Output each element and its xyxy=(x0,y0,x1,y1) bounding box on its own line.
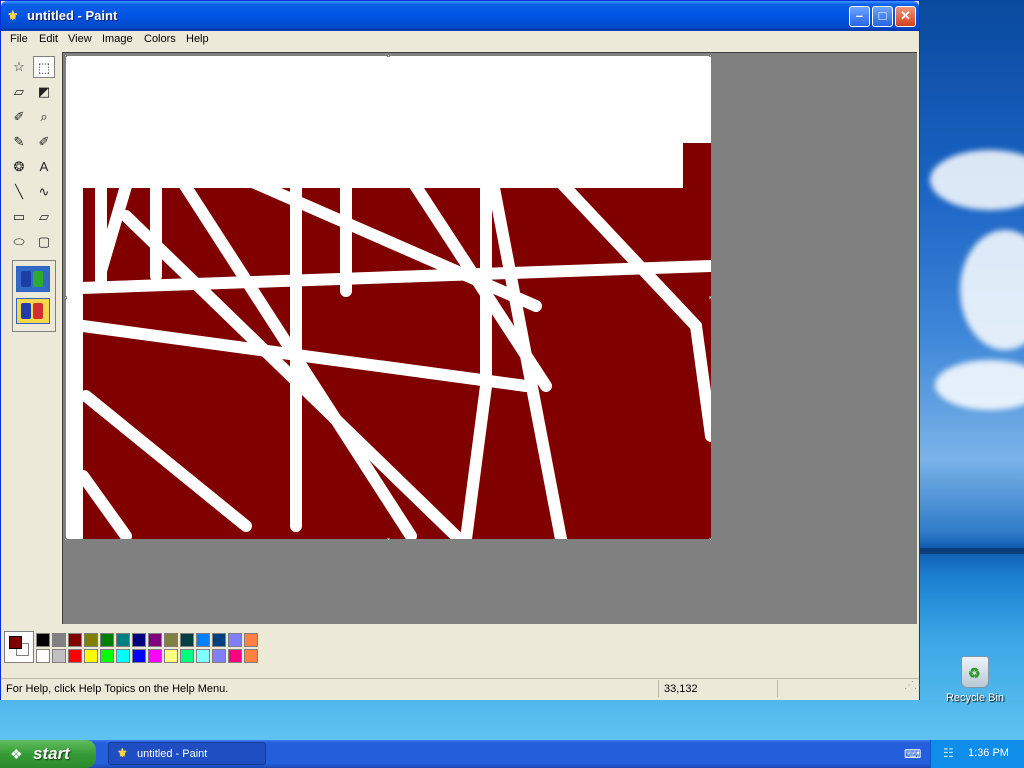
color-swatch[interactable] xyxy=(244,649,258,663)
system-tray: ☷ 1:36 PM xyxy=(930,740,1024,768)
tool-options xyxy=(12,260,56,332)
color-box xyxy=(4,631,264,667)
fill-tool[interactable]: ◩ xyxy=(33,81,55,103)
color-swatch[interactable] xyxy=(52,649,66,663)
curve-tool[interactable]: ∿ xyxy=(33,181,55,203)
color-swatch[interactable] xyxy=(36,649,50,663)
color-swatch[interactable] xyxy=(148,649,162,663)
menu-bar: File Edit View Image Colors Help xyxy=(1,31,919,50)
color-swatch[interactable] xyxy=(244,633,258,647)
windows-logo-icon: ❖ xyxy=(10,746,23,762)
color-swatch[interactable] xyxy=(196,633,210,647)
pick-color-tool[interactable]: ✐ xyxy=(8,106,30,128)
line-tool[interactable]: ╲ xyxy=(8,181,30,203)
paint-app-icon: ⚜ xyxy=(117,746,128,760)
resize-grip-icon[interactable]: ⋰⋰ xyxy=(904,681,924,695)
color-swatch[interactable] xyxy=(196,649,210,663)
opaque-option[interactable] xyxy=(16,266,50,292)
drawing-canvas[interactable] xyxy=(66,56,711,539)
tool-box: ☆ ⬚ ▱ ◩ ✐ ⌕ ✎ ✐ ❂ A ╲ ∿ ▭ ▱ ⬭ ▢ xyxy=(4,52,60,624)
horizon xyxy=(920,548,1024,554)
color-swatch[interactable] xyxy=(36,633,50,647)
maximize-button[interactable]: □ xyxy=(872,6,893,27)
minimize-button[interactable]: – xyxy=(849,6,870,27)
title-bar[interactable]: ⚜ untitled - Paint – □ ✕ xyxy=(1,1,919,31)
cloud xyxy=(935,360,1024,410)
recycle-bin[interactable]: ♻ Recycle Bin xyxy=(942,656,1008,704)
menu-image[interactable]: Image xyxy=(102,33,133,45)
menu-help[interactable]: Help xyxy=(186,33,209,45)
airbrush-tool[interactable]: ❂ xyxy=(8,156,30,178)
resize-handle[interactable] xyxy=(64,54,67,57)
window-title: untitled - Paint xyxy=(27,8,118,23)
color-swatch[interactable] xyxy=(100,649,114,663)
color-swatch[interactable] xyxy=(180,633,194,647)
status-divider xyxy=(658,680,659,697)
color-swatch[interactable] xyxy=(100,633,114,647)
color-swatch[interactable] xyxy=(68,633,82,647)
color-swatch[interactable] xyxy=(132,649,146,663)
eraser-tool[interactable]: ▱ xyxy=(8,81,30,103)
color-swatch[interactable] xyxy=(116,633,130,647)
color-swatch[interactable] xyxy=(212,633,226,647)
select-tool[interactable]: ⬚ xyxy=(33,56,55,78)
color-swatch[interactable] xyxy=(180,649,194,663)
paint-app-icon[interactable]: ⚜ xyxy=(7,8,21,24)
resize-handle[interactable] xyxy=(387,54,390,57)
rectangle-tool[interactable]: ▭ xyxy=(8,206,30,228)
color-swatch[interactable] xyxy=(132,633,146,647)
color-swatch[interactable] xyxy=(164,633,178,647)
canvas-area[interactable] xyxy=(62,52,917,624)
taskbar-item-paint[interactable]: ⚜ untitled - Paint xyxy=(108,742,266,765)
color-swatch[interactable] xyxy=(228,633,242,647)
status-divider xyxy=(777,680,778,697)
text-tool[interactable]: A xyxy=(33,156,55,178)
menu-edit[interactable]: Edit xyxy=(39,33,58,45)
recycle-bin-label: Recycle Bin xyxy=(945,692,1005,704)
taskbar: ❖ start ⚜ untitled - Paint ⌨ ☷ 1:36 PM xyxy=(0,740,1024,768)
color-swatch[interactable] xyxy=(212,649,226,663)
foreground-color xyxy=(9,636,22,649)
rounded-rectangle-tool[interactable]: ▢ xyxy=(33,231,55,253)
clock[interactable]: 1:36 PM xyxy=(968,747,1009,759)
color-swatch[interactable] xyxy=(52,633,66,647)
close-button[interactable]: ✕ xyxy=(895,6,916,27)
pencil-tool[interactable]: ✎ xyxy=(8,131,30,153)
ellipse-tool[interactable]: ⬭ xyxy=(8,231,30,253)
color-swatch[interactable] xyxy=(116,649,130,663)
color-swatch[interactable] xyxy=(148,633,162,647)
transparent-option[interactable] xyxy=(16,298,50,324)
polygon-tool[interactable]: ▱ xyxy=(33,206,55,228)
resize-handle[interactable] xyxy=(387,538,390,541)
cloud xyxy=(960,230,1024,350)
menu-view[interactable]: View xyxy=(68,33,92,45)
magnifier-tool[interactable]: ⌕ xyxy=(33,106,55,128)
resize-handle[interactable] xyxy=(709,296,712,299)
resize-handle[interactable] xyxy=(64,538,67,541)
status-bar: For Help, click Help Topics on the Help … xyxy=(1,678,924,700)
current-colors[interactable] xyxy=(4,631,34,663)
start-label: start xyxy=(33,744,70,763)
resize-handle[interactable] xyxy=(709,538,712,541)
cursor-coordinates: 33,132 xyxy=(664,683,698,695)
color-swatch[interactable] xyxy=(164,649,178,663)
recycle-bin-icon: ♻ xyxy=(961,656,989,688)
resize-handle[interactable] xyxy=(709,54,712,57)
brush-tool[interactable]: ✐ xyxy=(33,131,55,153)
free-form-select-tool[interactable]: ☆ xyxy=(8,56,30,78)
status-help-text: For Help, click Help Topics on the Help … xyxy=(6,683,229,695)
keyboard-icon[interactable]: ⌨ xyxy=(904,747,921,761)
color-swatch[interactable] xyxy=(228,649,242,663)
taskbar-item-label: untitled - Paint xyxy=(137,748,208,760)
resize-handle[interactable] xyxy=(64,296,67,299)
start-button[interactable]: ❖ start xyxy=(0,740,96,768)
color-swatch[interactable] xyxy=(84,649,98,663)
color-swatch[interactable] xyxy=(68,649,82,663)
color-swatch[interactable] xyxy=(84,633,98,647)
cloud xyxy=(930,150,1024,210)
menu-file[interactable]: File xyxy=(10,33,28,45)
network-icon[interactable]: ☷ xyxy=(943,746,954,760)
menu-colors[interactable]: Colors xyxy=(144,33,176,45)
paint-window: ⚜ untitled - Paint – □ ✕ File Edit View … xyxy=(0,0,924,700)
